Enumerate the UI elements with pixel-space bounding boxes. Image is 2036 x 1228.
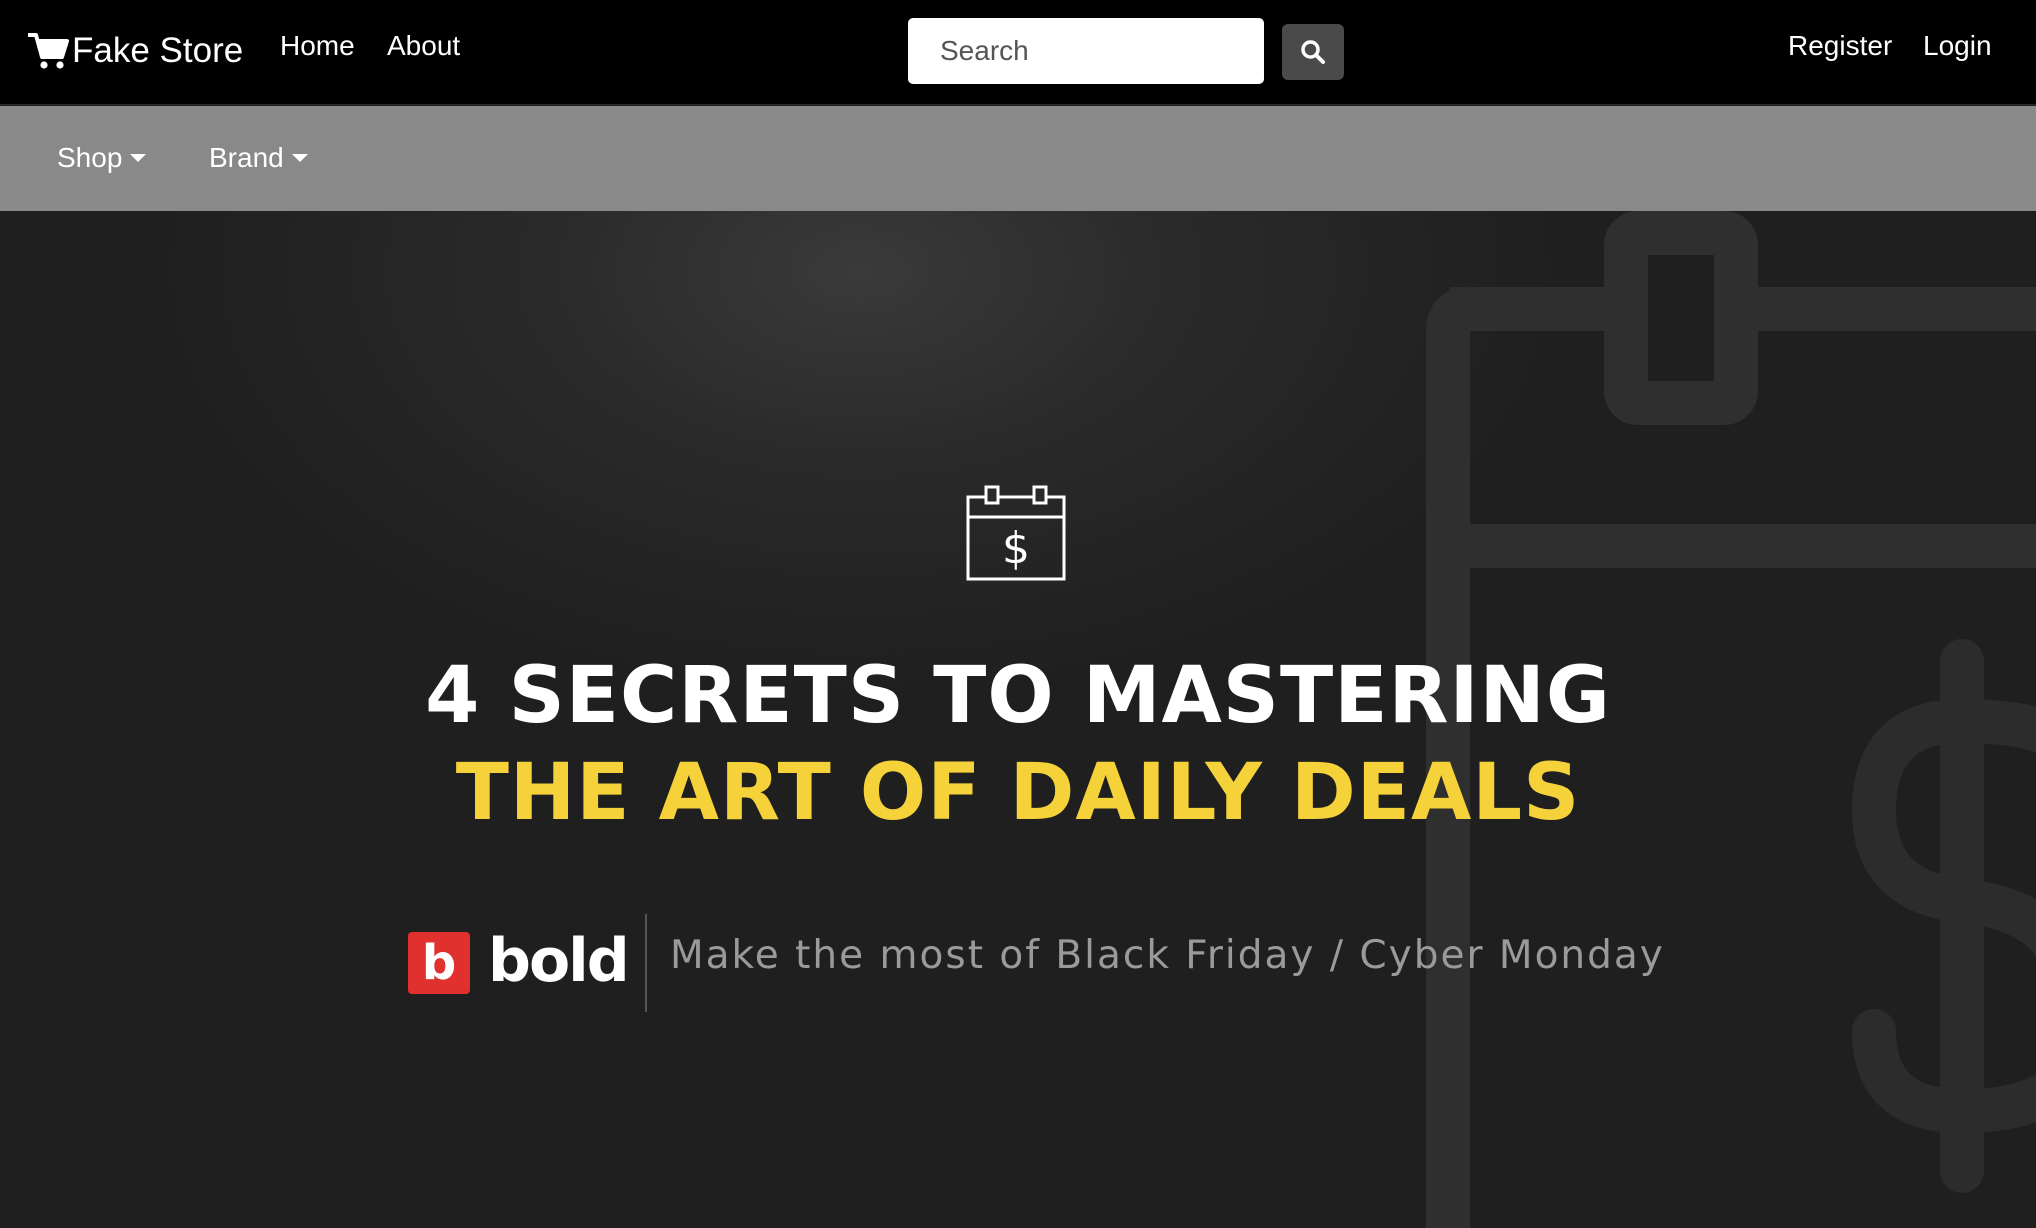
shop-dropdown-label: Shop xyxy=(57,142,123,173)
brand-link[interactable]: Fake Store xyxy=(28,26,243,76)
headline-line-1: 4 SECRETS TO MASTERING xyxy=(425,651,1611,741)
bold-logo-text: bold xyxy=(488,926,630,996)
register-link[interactable]: Register xyxy=(1788,30,1892,62)
shopping-cart-icon xyxy=(28,33,69,69)
svg-text:$: $ xyxy=(1002,523,1030,574)
nav-about-link[interactable]: About xyxy=(387,30,460,62)
hero-tagline: Make the most of Black Friday / Cyber Mo… xyxy=(670,933,1665,978)
calendar-dollar-icon: $ xyxy=(966,485,1066,581)
bold-logo-mark: b xyxy=(408,932,470,994)
category-bar: Shop Brand xyxy=(0,106,2036,211)
brand-dropdown-label: Brand xyxy=(209,142,284,173)
top-navbar: Fake Store Home About Register Login xyxy=(0,0,2036,105)
nav-home-link[interactable]: Home xyxy=(280,30,355,62)
shop-dropdown[interactable]: Shop xyxy=(57,142,147,174)
search-input[interactable] xyxy=(908,18,1264,84)
search-button[interactable] xyxy=(1282,24,1344,80)
chevron-down-icon xyxy=(130,154,147,162)
headline-line-2: THE ART OF DAILY DEALS xyxy=(455,748,1581,838)
logo-divider xyxy=(645,914,647,1012)
brand-name: Fake Store xyxy=(72,31,244,70)
chevron-down-icon xyxy=(291,154,308,162)
brand-dropdown[interactable]: Brand xyxy=(209,142,308,174)
hero-banner: $ 4 SECRETS TO MASTERING THE ART OF DAIL… xyxy=(0,211,2036,1228)
search-icon xyxy=(1301,40,1325,64)
login-link[interactable]: Login xyxy=(1923,30,1992,62)
